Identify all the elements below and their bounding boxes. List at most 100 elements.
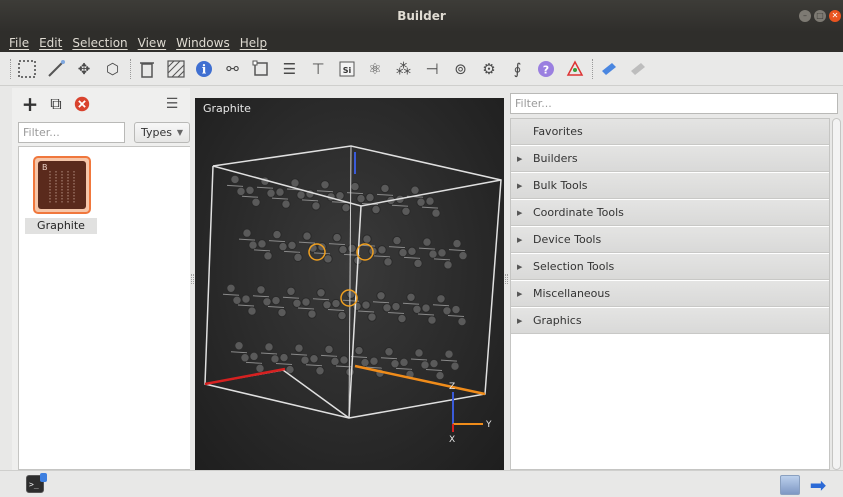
carbon-atom [264,342,274,352]
measure-icon[interactable] [45,58,67,80]
triangle-icon[interactable] [564,58,586,80]
bond [271,197,289,200]
expand-icon: ▶ [517,209,523,217]
carbon-atom [401,206,411,217]
bond [447,315,465,318]
toolbar-grip [10,58,11,79]
layers-icon[interactable]: ☰ [279,58,301,80]
eraser-icon[interactable] [627,58,649,80]
move-icon[interactable]: ✥ [73,58,95,80]
carbon-atom [230,174,240,185]
remove-icon[interactable] [70,92,94,116]
bond [387,312,405,315]
tools-filter-input[interactable]: Filter... [510,93,838,114]
add-icon[interactable]: + [18,92,42,116]
tool-miscellaneous[interactable]: ▶ Miscellaneous [511,281,829,307]
menubar: File Edit Selection View Windows Help [0,32,843,52]
bond [301,199,319,202]
carbon-atom [338,244,348,255]
stash-toolbar: + ⧉ ☰ [12,88,194,120]
carbon-atom [256,285,266,295]
bond [316,190,334,193]
menu-file[interactable]: File [4,32,34,52]
carbon-atom [367,312,377,322]
carbon-atom [277,307,287,318]
molecule-icon[interactable]: ⚛ [364,58,386,80]
bond-icon[interactable]: ⚯ [222,58,244,80]
tools-scrollbar[interactable] [832,118,841,470]
carbon-atom [320,180,330,190]
select-region-icon[interactable] [16,58,38,80]
carbon-atom [383,257,393,267]
tool-bulk-tools[interactable]: ▶ Bulk Tools [511,173,829,199]
menu-help[interactable]: Help [235,32,272,52]
transform-icon[interactable]: ∮ [507,58,529,80]
send-arrow-icon[interactable]: ➡ [806,473,830,497]
menu-windows[interactable]: Windows [171,32,235,52]
expand-icon: ▶ [517,236,523,244]
types-dropdown[interactable]: Types ▼ [134,122,190,143]
close-button[interactable]: ✕ [829,10,841,22]
structure-preview-icon [49,171,75,203]
menu-selection[interactable]: Selection [67,32,132,52]
graphite-thumbnail[interactable]: B [33,156,91,214]
atom-layer [222,174,468,381]
tool-label: Bulk Tools [533,179,588,192]
cell-icon[interactable] [250,58,272,80]
device-icon[interactable]: ⊣ [421,58,443,80]
rotate-icon[interactable]: ⬡ [102,58,124,80]
stash-list[interactable]: B Graphite [18,146,194,470]
carbon-atom [457,316,467,327]
carbon-atom [436,294,446,304]
carbon-atom [287,240,297,251]
carbon-atom [292,298,302,309]
bond [328,243,346,246]
gear-icon[interactable]: ⚙ [478,58,500,80]
main-toolbar: ✥ ⬡ i ⚯ ☰ ⊤ Si ⚛ ⁂ ⊣ ⊚ ⚙ ∮ ? [0,52,843,86]
cluster-icon[interactable]: ⁂ [393,58,415,80]
structure-view[interactable]: Z Y X [195,98,504,472]
info-icon[interactable]: i [193,58,215,80]
tool-favorites[interactable]: Favorites [511,119,829,145]
carbon-atom [443,260,453,270]
menu-edit[interactable]: Edit [34,32,67,52]
camera-icon[interactable] [598,58,620,80]
stash-panel: + ⧉ ☰ Filter... Types ▼ B Graphite [12,88,194,470]
tool-selection-tools[interactable]: ▶ Selection Tools [511,254,829,280]
minimize-button[interactable]: – [799,10,811,22]
carbon-atom [249,351,259,362]
bond [372,301,390,304]
delete-icon[interactable] [136,58,158,80]
splitter-grip [191,274,194,284]
tool-coordinate-tools[interactable]: ▶ Coordinate Tools [511,200,829,226]
stash-filter-input[interactable]: Filter... [18,122,125,143]
carbon-atom [377,245,387,255]
3d-viewport[interactable]: Graphite Z Y X [195,98,504,472]
carbon-atom [240,353,250,363]
list-view-icon[interactable]: ☰ [160,92,184,116]
nanotube-icon[interactable]: ⊚ [450,58,472,80]
tool-device-tools[interactable]: ▶ Device Tools [511,227,829,253]
tool-graphics[interactable]: ▶ Graphics [511,308,829,334]
carbon-atom [369,356,379,366]
window-titlebar: Builder – □ ✕ [0,0,843,32]
menu-view[interactable]: View [133,32,171,52]
terminal-icon[interactable]: >_ [26,473,47,493]
align-icon[interactable]: ⊤ [307,58,329,80]
tool-builders[interactable]: ▶ Builders [511,146,829,172]
statusbar: >_ ➡ [0,470,843,497]
graphite-label[interactable]: Graphite [25,218,97,234]
maximize-button[interactable]: □ [814,10,826,22]
bond [256,186,274,189]
copy-icon[interactable]: ⧉ [44,92,68,116]
toolbar-separator [130,58,131,79]
cell-axis-a [204,367,286,386]
carbon-atom [354,345,364,356]
fill-pattern-icon[interactable] [165,58,187,80]
carbon-atom [307,309,317,319]
carbon-atom [413,258,423,269]
bond [403,256,421,259]
help-icon[interactable]: ? [535,58,557,80]
silicon-icon[interactable]: Si [336,58,358,80]
window-toggle-icon[interactable] [780,475,800,495]
